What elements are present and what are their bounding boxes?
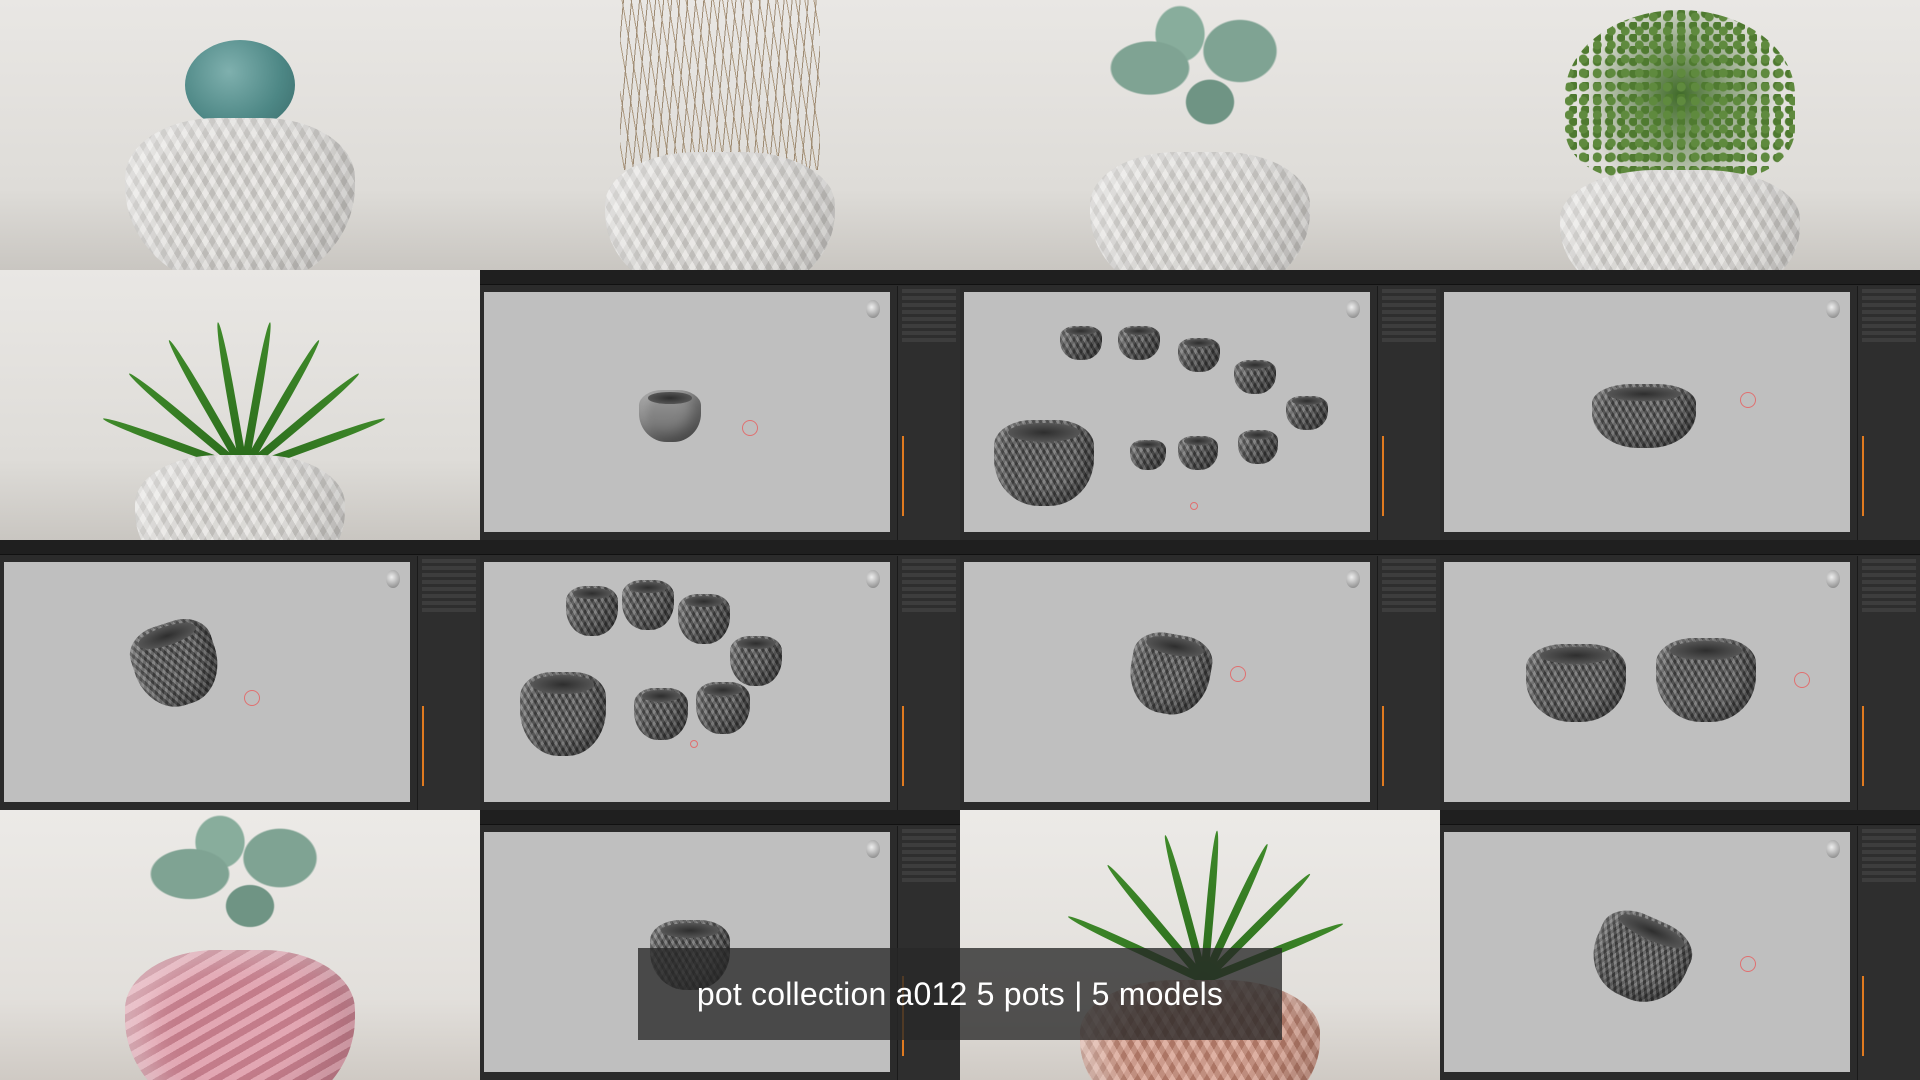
- viewport: [964, 562, 1370, 802]
- menu-bar: [0, 540, 480, 555]
- photo-tile-spiky: [0, 270, 480, 540]
- orientation-gizmo-icon: [866, 300, 880, 318]
- photo-tile-pink-pot: [0, 810, 480, 1080]
- orientation-gizmo-icon: [866, 840, 880, 858]
- white-pot: [125, 118, 355, 270]
- cursor-ring: [1740, 956, 1756, 972]
- orientation-gizmo-icon: [1826, 300, 1840, 318]
- menu-bar: [960, 270, 1440, 285]
- pot-model: [1579, 900, 1701, 1016]
- pot-model: [1526, 644, 1626, 722]
- cursor-ring: [1740, 392, 1756, 408]
- cursor-ring: [1230, 666, 1246, 682]
- pot-model: [566, 586, 618, 636]
- viewport: [484, 562, 890, 802]
- white-pot: [605, 152, 835, 270]
- tool-panel: [1377, 556, 1440, 810]
- viewport: [484, 292, 890, 532]
- viewport: [1444, 562, 1850, 802]
- viewport: [1444, 832, 1850, 1072]
- menu-bar: [480, 270, 960, 285]
- pot-model: [1178, 436, 1218, 470]
- pot-model: [994, 420, 1094, 506]
- pot-model: [520, 672, 606, 756]
- cactus-plant: [185, 40, 295, 130]
- photo-tile-cactus: [0, 0, 480, 270]
- menu-bar: [480, 810, 960, 825]
- grass-plant: [620, 0, 820, 170]
- cursor-ring: [1190, 502, 1198, 510]
- pink-pot: [125, 950, 355, 1080]
- zbrush-tile: [0, 540, 480, 810]
- viewport: [1444, 292, 1850, 532]
- cursor-ring: [742, 420, 758, 436]
- tool-panel: [1377, 286, 1440, 540]
- zbrush-tile: [480, 270, 960, 540]
- menu-bar: [1440, 540, 1920, 555]
- white-pot: [1090, 152, 1310, 270]
- pot-model: [1123, 627, 1217, 721]
- pot-model: [622, 580, 674, 630]
- pot-model: [1592, 384, 1696, 448]
- zbrush-tile: [960, 270, 1440, 540]
- menu-bar: [1440, 810, 1920, 825]
- tool-panel: [1857, 286, 1920, 540]
- orientation-gizmo-icon: [1826, 840, 1840, 858]
- pot-model: [678, 594, 730, 644]
- bush-plant: [1565, 10, 1795, 180]
- photo-tile-grass: [480, 0, 960, 270]
- white-pot: [135, 455, 345, 540]
- tool-panel: [897, 286, 960, 540]
- photo-tile-bush: [1440, 0, 1920, 270]
- orientation-gizmo-icon: [1346, 570, 1360, 588]
- orientation-gizmo-icon: [1346, 300, 1360, 318]
- caption-banner: pot collection a012 5 pots | 5 models: [638, 948, 1282, 1040]
- zbrush-tile: [1440, 810, 1920, 1080]
- zbrush-tile: [1440, 270, 1920, 540]
- zbrush-tile: [960, 540, 1440, 810]
- orientation-gizmo-icon: [386, 570, 400, 588]
- caption-text: pot collection a012 5 pots | 5 models: [696, 975, 1224, 1012]
- pot-model: [1118, 326, 1160, 360]
- pot-model: [123, 611, 229, 717]
- pot-model: [1130, 440, 1166, 470]
- cursor-ring: [690, 740, 698, 748]
- zbrush-tile: [480, 540, 960, 810]
- pot-model: [1286, 396, 1328, 430]
- cursor-ring: [244, 690, 260, 706]
- tool-panel: [417, 556, 480, 810]
- viewport: [4, 562, 410, 802]
- pot-model: [634, 688, 688, 740]
- tool-panel: [1857, 556, 1920, 810]
- pot-model: [1178, 338, 1220, 372]
- tool-panel: [1857, 826, 1920, 1080]
- zbrush-tile: [1440, 540, 1920, 810]
- pot-model: [696, 682, 750, 734]
- orientation-gizmo-icon: [1826, 570, 1840, 588]
- pot-model: [1238, 430, 1278, 464]
- image-grid: [0, 0, 1920, 1080]
- photo-tile-succulent: [960, 0, 1440, 270]
- viewport: [964, 292, 1370, 532]
- orientation-gizmo-icon: [866, 570, 880, 588]
- pot-model: [639, 390, 701, 442]
- pot-model: [1656, 638, 1756, 722]
- menu-bar: [960, 540, 1440, 555]
- menu-bar: [1440, 270, 1920, 285]
- white-pot: [1560, 170, 1800, 270]
- succulent-plant: [140, 810, 340, 970]
- tool-panel: [897, 556, 960, 810]
- succulent-plant: [1100, 0, 1300, 170]
- pot-model: [1060, 326, 1102, 360]
- pot-model: [730, 636, 782, 686]
- cursor-ring: [1794, 672, 1810, 688]
- pot-model: [1234, 360, 1276, 394]
- menu-bar: [480, 540, 960, 555]
